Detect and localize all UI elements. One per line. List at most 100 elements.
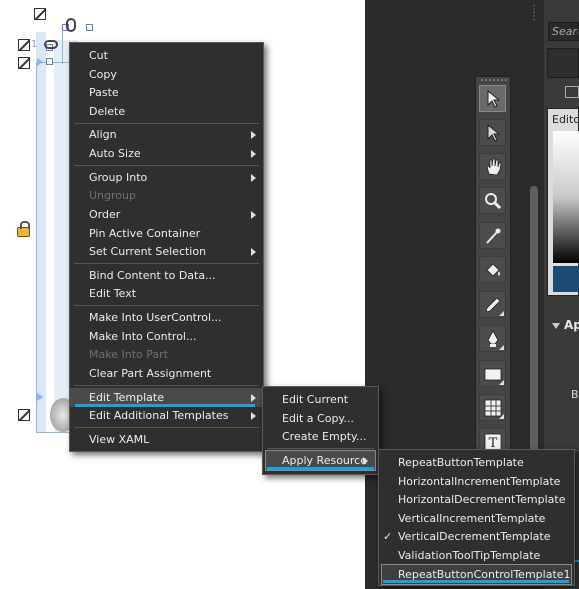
checkmark-icon: ✓ [383, 530, 393, 543]
menu-item-label: Edit Template [89, 391, 164, 404]
menu-item-label: Copy [89, 68, 117, 81]
menu-item-label: Pin Active Container [89, 227, 201, 240]
menu-item-label: Make Into Control... [89, 330, 197, 343]
menu-item-bind-content-to-data[interactable]: Bind Content to Data... [70, 266, 263, 285]
menu-item-view-xaml[interactable]: View XAML [70, 430, 263, 449]
resize-constraint-icon[interactable] [34, 8, 46, 20]
b-label: B [571, 388, 579, 401]
menu-item-edit-text[interactable]: Edit Text [70, 284, 263, 303]
submenu-arrow-icon [251, 412, 256, 420]
menu-item-label: Edit Current [282, 393, 349, 406]
link-icon[interactable] [66, 18, 76, 32]
menu-item-label: Edit a Copy... [282, 412, 354, 425]
menu-item-label: HorizontalIncrementTemplate [398, 475, 561, 488]
menu-item-edit-additional-templates[interactable]: Edit Additional Templates [70, 406, 263, 425]
pencil-tool-icon[interactable] [479, 291, 506, 318]
resize-constraint-icon[interactable] [18, 409, 30, 421]
menu-item-auto-size[interactable]: Auto Size [70, 144, 263, 163]
rectangle-tool-icon[interactable] [479, 360, 506, 387]
selection-border-bottom [36, 432, 70, 433]
submenu-arrow-icon [251, 150, 256, 158]
menu-item-set-current-selection[interactable]: Set Current Selection [70, 242, 263, 261]
pan-tool-icon[interactable] [479, 153, 506, 180]
zoom-tool-icon[interactable] [479, 187, 506, 214]
menu-item-label: Edit Text [89, 287, 137, 300]
menu-item-paste[interactable]: Paste [70, 83, 263, 102]
menu-item-create-empty[interactable]: Create Empty... [263, 427, 378, 446]
menu-item-label: Cut [89, 49, 108, 62]
brush-swatch-box[interactable] [547, 48, 579, 78]
menu-item-horizontalincrementtemplate[interactable]: HorizontalIncrementTemplate [379, 472, 574, 491]
highlight-underline [383, 580, 569, 583]
menu-item-label: Clear Part Assignment [89, 367, 212, 380]
margin-number: 1 [31, 39, 38, 50]
menu-item-order[interactable]: Order [70, 205, 263, 224]
selection-border-inner [62, 28, 63, 64]
menu-item-label: View XAML [89, 433, 150, 446]
menu-item-horizontaldecrementtemplate[interactable]: HorizontalDecrementTemplate [379, 490, 574, 509]
highlight-underline [75, 404, 255, 407]
menu-item-edit-a-copy[interactable]: Edit a Copy... [263, 409, 378, 428]
menu-item-label: Apply Resource [282, 454, 367, 467]
grid-tool-icon[interactable] [479, 394, 506, 421]
direct-selection-tool-icon[interactable] [479, 119, 506, 146]
pen-tool-icon[interactable] [479, 325, 506, 352]
selection-border-left [36, 62, 37, 432]
selected-element-rail [36, 32, 46, 432]
resize-constraint-icon[interactable] [18, 57, 30, 69]
menu-item-label: Delete [89, 105, 126, 118]
selection-tool-icon[interactable] [479, 85, 506, 112]
submenu-arrow-icon [251, 248, 256, 256]
resize-handle-bottom-left[interactable] [46, 58, 53, 65]
apply-resource-submenu: RepeatButtonTemplate HorizontalIncrement… [378, 449, 575, 586]
menu-item-copy[interactable]: Copy [70, 65, 263, 84]
menu-item-label: Bind Content to Data... [89, 269, 216, 282]
margin-arrow-icon [37, 393, 43, 401]
margin-arrow-icon [37, 58, 43, 66]
menu-item-pin-active-container[interactable]: Pin Active Container [70, 224, 263, 243]
link-icon[interactable] [44, 40, 58, 49]
resize-constraint-icon[interactable] [18, 39, 30, 51]
eyedropper-tool-icon[interactable] [479, 222, 506, 249]
menu-item-align[interactable]: Align [70, 125, 263, 144]
color-picker-gradient[interactable] [553, 131, 579, 263]
color-preview-swatch[interactable] [553, 266, 579, 292]
menu-item-clear-part-assignment[interactable]: Clear Part Assignment [70, 364, 263, 383]
menu-item-edit-current[interactable]: Edit Current [263, 390, 378, 409]
menu-item-label: Ungroup [89, 189, 136, 202]
editor-label: Editor [552, 113, 579, 126]
menu-item-verticaldecrementtemplate[interactable]: ✓ VerticalDecrementTemplate [379, 527, 574, 546]
paint-bucket-tool-icon[interactable] [479, 256, 506, 283]
menu-item-label: Align [89, 128, 117, 141]
menu-item-make-into-part: Make Into Part [70, 345, 263, 364]
menu-separator [74, 385, 259, 386]
menu-item-label: Create Empty... [282, 430, 367, 443]
menu-item-make-into-control[interactable]: Make Into Control... [70, 327, 263, 346]
submenu-arrow-icon [251, 131, 256, 139]
menu-item-group-into[interactable]: Group Into [70, 168, 263, 187]
menu-item-label: VerticalDecrementTemplate [398, 530, 551, 543]
menu-item-cut[interactable]: Cut [70, 46, 263, 65]
menu-separator [267, 448, 374, 449]
menu-separator [74, 305, 259, 306]
menu-item-label: Make Into UserControl... [89, 311, 222, 324]
search-input[interactable]: Search [548, 22, 579, 41]
menu-item-delete[interactable]: Delete [70, 102, 263, 121]
appearance-section-header[interactable]: Ap [552, 318, 579, 332]
menu-item-repeatbuttontemplate[interactable]: RepeatButtonTemplate [379, 453, 574, 472]
menu-item-label: VerticalIncrementTemplate [398, 512, 546, 525]
menu-separator [74, 427, 259, 428]
context-menu: Cut Copy Paste Delete Align Auto Size Gr… [69, 42, 264, 452]
menu-separator [74, 165, 259, 166]
lock-icon[interactable] [17, 221, 30, 237]
menu-item-label: RepeatButtonTemplate [398, 456, 524, 469]
menu-item-label: Auto Size [89, 147, 141, 160]
menu-item-make-into-usercontrol[interactable]: Make Into UserControl... [70, 308, 263, 327]
toolbox-grip[interactable] [480, 78, 508, 82]
menu-item-verticalincrementtemplate[interactable]: VerticalIncrementTemplate [379, 509, 574, 528]
menu-item-label: Paste [89, 86, 119, 99]
menu-item-validationtooltiptemplate[interactable]: ValidationToolTipTemplate [379, 546, 574, 565]
resize-handle-top-right[interactable] [86, 24, 93, 31]
brush-tab-icon[interactable] [565, 86, 579, 98]
menu-separator [74, 263, 259, 264]
